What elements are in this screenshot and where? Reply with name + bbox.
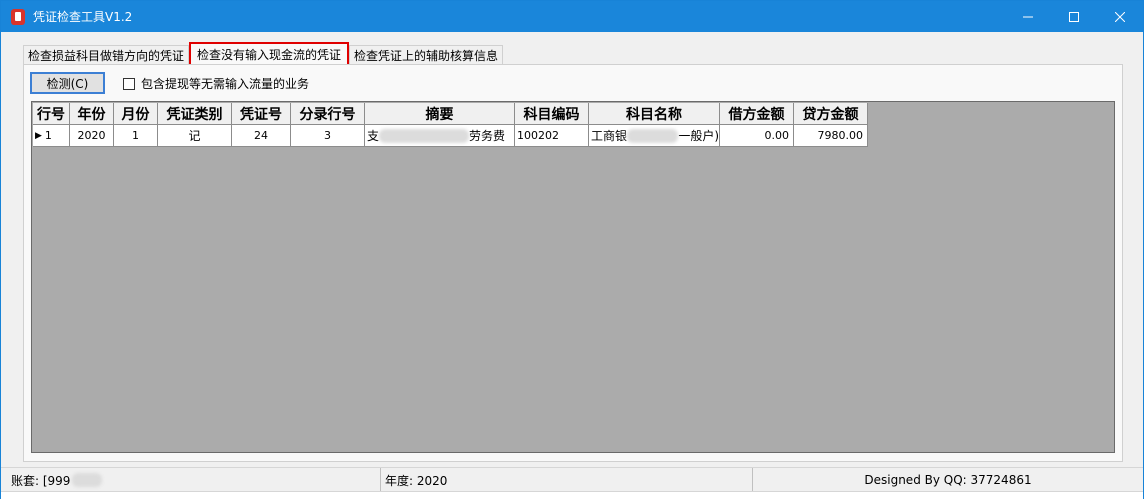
summary-start: 支 xyxy=(367,129,380,143)
account-name-start: 工商银 xyxy=(591,129,628,143)
tab-label: 检查没有输入现金流的凭证 xyxy=(197,47,342,62)
column-header-month[interactable]: 月份 xyxy=(114,103,158,125)
window-title: 凭证检查工具V1.2 xyxy=(33,10,133,24)
designer-text: Designed By QQ: 37724861 xyxy=(864,473,1032,487)
tab-label: 检查凭证上的辅助核算信息 xyxy=(354,49,499,63)
status-designer: Designed By QQ: 37724861 xyxy=(753,468,1143,492)
column-header-voucher-no[interactable]: 凭证号 xyxy=(232,103,291,125)
maximize-button[interactable] xyxy=(1051,1,1097,32)
main-window: 凭证检查工具V1.2 检查损益科目做错方向的凭证 检查没有输入现金流的凭证 检查… xyxy=(0,0,1144,499)
tab-auxiliary-accounting[interactable]: 检查凭证上的辅助核算信息 xyxy=(349,45,504,65)
voucher-grid[interactable]: 行号 年份 月份 凭证类别 凭证号 分录行号 摘要 科目编码 科目名称 借方金额… xyxy=(31,101,1115,453)
row-no-value: 1 xyxy=(44,129,52,142)
cell-year: 2020 xyxy=(70,125,114,147)
detect-button[interactable]: 检测(C) xyxy=(30,72,105,94)
close-button[interactable] xyxy=(1097,1,1143,32)
close-icon xyxy=(1115,11,1125,22)
cell-entry-no: 3 xyxy=(291,125,365,147)
app-icon xyxy=(11,8,25,25)
account-set-text: 账套: [999 xyxy=(11,473,71,488)
column-header-credit[interactable]: 贷方金额 xyxy=(794,103,868,125)
redaction-blur xyxy=(379,128,470,143)
cell-voucher-no: 24 xyxy=(232,125,291,147)
cell-summary: 支 劳务费 xyxy=(365,125,515,147)
table-row[interactable]: ▶ 1 2020 1 记 24 3 支 劳务费 100202 工商银 一般户) … xyxy=(33,125,868,147)
cell-voucher-type: 记 xyxy=(158,125,232,147)
minimize-button[interactable] xyxy=(1005,1,1051,32)
redaction-blur xyxy=(72,473,103,487)
row-selector-icon: ▶ xyxy=(35,130,42,141)
column-header-voucher-type[interactable]: 凭证类别 xyxy=(158,103,232,125)
tab-profit-loss-direction[interactable]: 检查损益科目做错方向的凭证 xyxy=(23,45,190,65)
include-withdrawal-label[interactable]: 包含提现等无需输入流量的业务 xyxy=(141,75,309,92)
status-account-set: 账套: [999 xyxy=(1,468,381,492)
column-header-year[interactable]: 年份 xyxy=(70,103,114,125)
column-header-account-code[interactable]: 科目编码 xyxy=(515,103,589,125)
grid-header: 行号 年份 月份 凭证类别 凭证号 分录行号 摘要 科目编码 科目名称 借方金额… xyxy=(33,103,868,125)
cell-month: 1 xyxy=(114,125,158,147)
account-name-end: 一般户) xyxy=(678,129,719,143)
window-controls xyxy=(1005,1,1143,32)
column-header-account-name[interactable]: 科目名称 xyxy=(589,103,720,125)
year-text: 年度: 2020 xyxy=(385,473,448,488)
status-bar: 账套: [999 年度: 2020 Designed By QQ: 377248… xyxy=(1,467,1143,492)
column-header-summary[interactable]: 摘要 xyxy=(365,103,515,125)
detect-button-label: 检测(C) xyxy=(46,76,89,91)
column-header-debit[interactable]: 借方金额 xyxy=(720,103,794,125)
include-withdrawal-option: 包含提现等无需输入流量的业务 xyxy=(123,75,309,92)
redaction-blur xyxy=(627,128,679,143)
include-withdrawal-checkbox[interactable] xyxy=(123,77,135,90)
maximize-icon xyxy=(1069,11,1079,22)
cell-account-name: 工商银 一般户) xyxy=(589,125,720,147)
cell-row-no: ▶ 1 xyxy=(33,125,70,147)
cell-debit: 0.00 xyxy=(720,125,794,147)
column-header-entry-no[interactable]: 分录行号 xyxy=(291,103,365,125)
minimize-icon xyxy=(1023,16,1033,17)
title-bar: 凭证检查工具V1.2 xyxy=(1,1,1143,32)
column-header-row-no[interactable]: 行号 xyxy=(33,103,70,125)
tab-missing-cashflow[interactable]: 检查没有输入现金流的凭证 xyxy=(189,42,350,66)
tab-strip: 检查损益科目做错方向的凭证 检查没有输入现金流的凭证 检查凭证上的辅助核算信息 xyxy=(23,42,504,66)
bottom-strip xyxy=(1,491,1143,499)
summary-end: 劳务费 xyxy=(469,129,506,143)
cell-account-code: 100202 xyxy=(515,125,589,147)
tab-label: 检查损益科目做错方向的凭证 xyxy=(28,49,185,63)
status-year: 年度: 2020 xyxy=(381,468,753,492)
cell-credit: 7980.00 xyxy=(794,125,868,147)
